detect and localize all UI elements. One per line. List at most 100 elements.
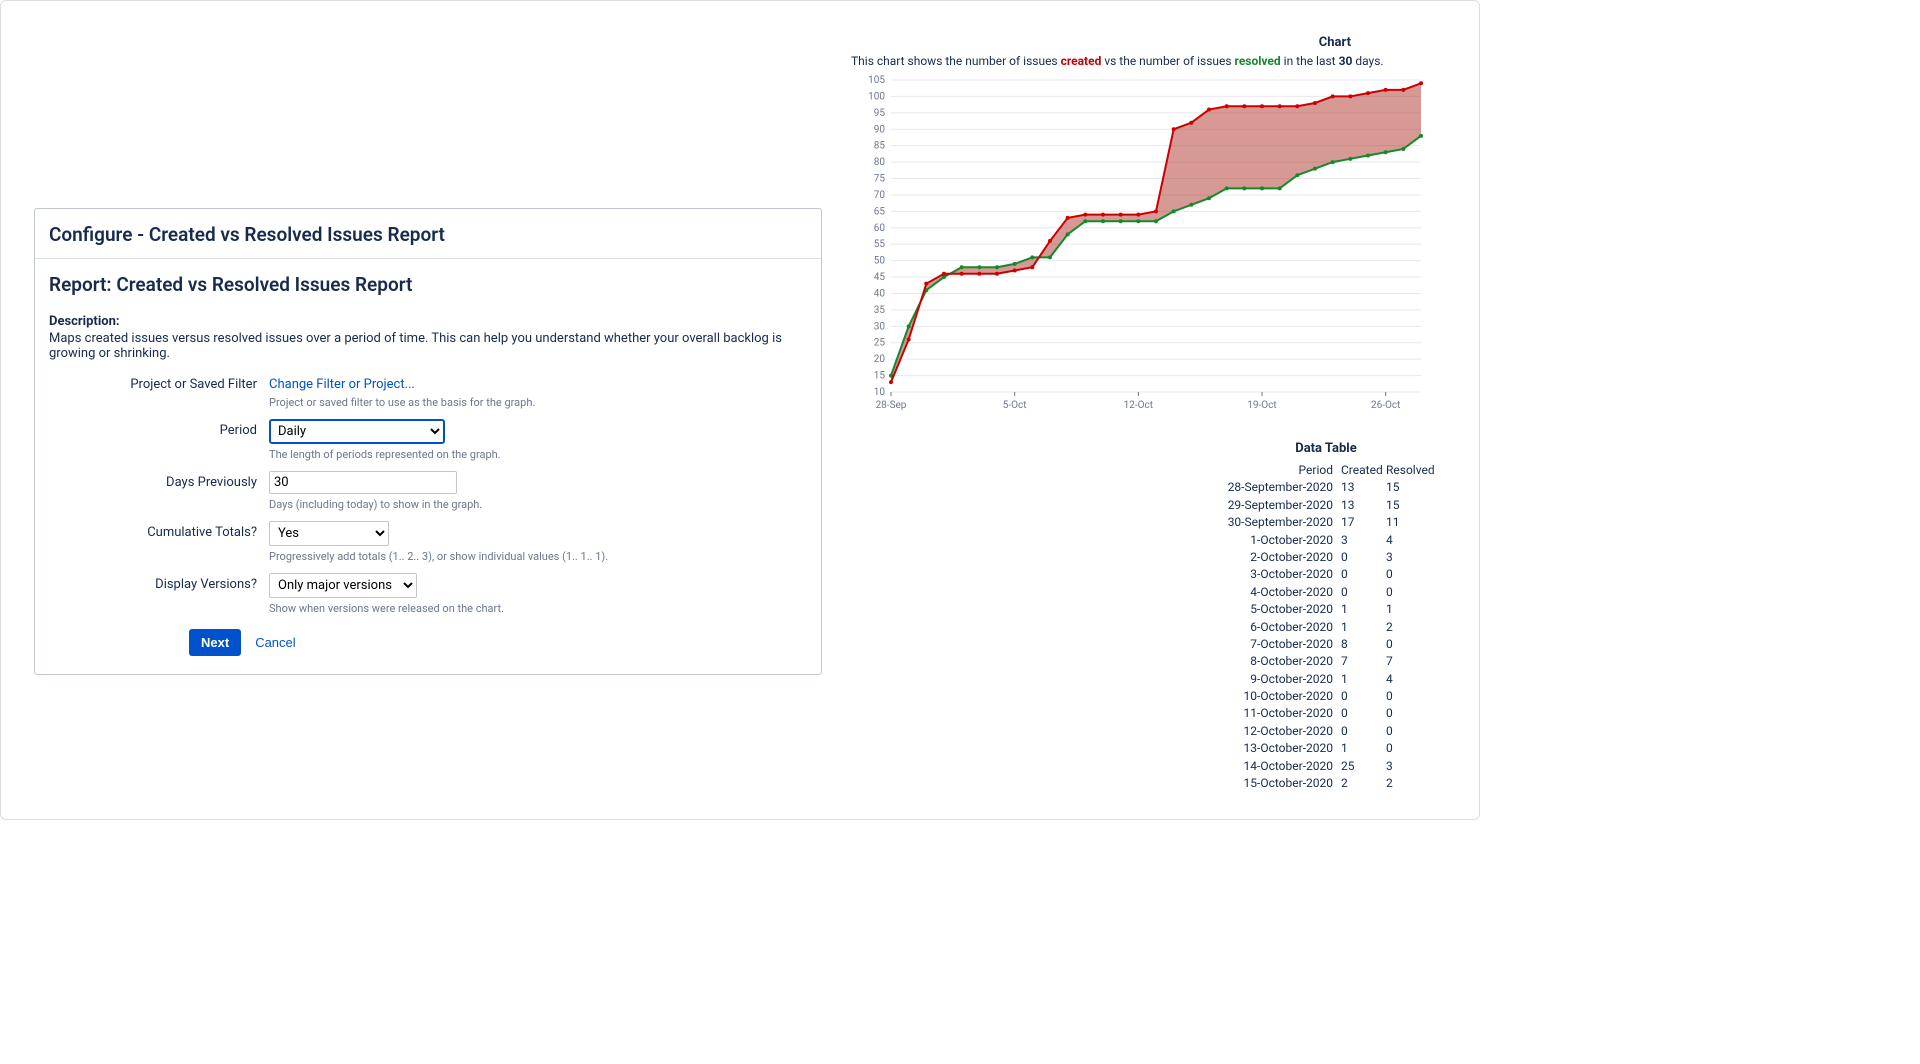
cell-period: 2-October-2020 — [1211, 549, 1341, 566]
cell-resolved: 3 — [1386, 549, 1431, 566]
chart-desc-post1: in the last — [1281, 54, 1339, 68]
cell-period: 1-October-2020 — [1211, 532, 1341, 549]
data-table-rows: 28-September-2020131529-September-202013… — [1211, 479, 1441, 792]
cancel-button[interactable]: Cancel — [255, 635, 295, 650]
next-button[interactable]: Next — [189, 629, 241, 656]
days-input[interactable] — [269, 471, 457, 494]
cell-period: 4-October-2020 — [1211, 584, 1341, 601]
data-table-header: Period Created Resolved — [1211, 462, 1441, 479]
table-row: 12-October-202000 — [1211, 723, 1441, 740]
cell-resolved: 2 — [1386, 619, 1431, 636]
svg-text:105: 105 — [868, 75, 885, 86]
cell-created: 1 — [1341, 671, 1386, 688]
svg-text:19-Oct: 19-Oct — [1247, 400, 1276, 411]
cell-period: 14-October-2020 — [1211, 758, 1341, 775]
cell-created: 7 — [1341, 653, 1386, 670]
svg-text:95: 95 — [874, 108, 886, 119]
chart-description: This chart shows the number of issues cr… — [851, 54, 1451, 68]
cell-created: 25 — [1341, 758, 1386, 775]
cell-resolved: 4 — [1386, 532, 1431, 549]
table-row: 5-October-202011 — [1211, 601, 1441, 618]
table-row: 4-October-202000 — [1211, 584, 1441, 601]
configure-body: Report: Created vs Resolved Issues Repor… — [35, 259, 821, 674]
cell-created: 17 — [1341, 514, 1386, 531]
table-row: 7-October-202080 — [1211, 636, 1441, 653]
svg-text:12-Oct: 12-Oct — [1124, 400, 1153, 411]
form-actions: Next Cancel — [189, 629, 807, 656]
cell-period: 13-October-2020 — [1211, 740, 1341, 757]
chart-desc-mid: vs the number of issues — [1101, 54, 1234, 68]
field-project-label: Project or Saved Filter — [49, 373, 269, 394]
cell-resolved: 0 — [1386, 740, 1431, 757]
description-text: Maps created issues versus resolved issu… — [49, 331, 807, 361]
svg-text:20: 20 — [874, 354, 886, 365]
chart-desc-pre: This chart shows the number of issues — [851, 54, 1061, 68]
period-select[interactable]: Daily — [269, 419, 445, 444]
cumulative-select[interactable]: Yes — [269, 521, 389, 546]
cell-period: 5-October-2020 — [1211, 601, 1341, 618]
svg-text:30: 30 — [874, 321, 886, 332]
cell-period: 30-September-2020 — [1211, 514, 1341, 531]
table-row: 10-October-202000 — [1211, 688, 1441, 705]
versions-select[interactable]: Only major versions — [269, 573, 417, 598]
chart-svg-container: 1051009590858075706560555045403530252015… — [851, 74, 1431, 414]
cell-created: 0 — [1341, 584, 1386, 601]
cell-resolved: 0 — [1386, 688, 1431, 705]
field-days-label: Days Previously — [49, 471, 269, 492]
description-label: Description: — [49, 314, 807, 329]
cell-period: 29-September-2020 — [1211, 497, 1341, 514]
cell-created: 0 — [1341, 723, 1386, 740]
table-row: 28-September-20201315 — [1211, 479, 1441, 496]
cell-period: 8-October-2020 — [1211, 653, 1341, 670]
chart-area: Chart This chart shows the number of iss… — [851, 35, 1451, 414]
field-versions-hint: Show when versions were released on the … — [269, 602, 807, 615]
table-row: 3-October-202000 — [1211, 566, 1441, 583]
table-row: 29-September-20201315 — [1211, 497, 1441, 514]
cell-created: 1 — [1341, 601, 1386, 618]
cell-created: 8 — [1341, 636, 1386, 653]
report-heading: Report: Created vs Resolved Issues Repor… — [49, 273, 807, 296]
svg-text:65: 65 — [874, 206, 886, 217]
svg-text:80: 80 — [874, 157, 886, 168]
cell-created: 1 — [1341, 740, 1386, 757]
svg-text:15: 15 — [874, 371, 886, 382]
field-versions: Display Versions? Only major versions Sh… — [49, 573, 807, 615]
cell-resolved: 7 — [1386, 653, 1431, 670]
svg-text:5-Oct: 5-Oct — [1003, 400, 1027, 411]
cell-created: 1 — [1341, 619, 1386, 636]
cell-resolved: 0 — [1386, 723, 1431, 740]
cell-created: 0 — [1341, 566, 1386, 583]
field-days-hint: Days (including today) to show in the gr… — [269, 498, 807, 511]
chart-desc-created: created — [1061, 54, 1102, 68]
cell-resolved: 3 — [1386, 758, 1431, 775]
field-project-hint: Project or saved filter to use as the ba… — [269, 396, 807, 409]
cell-created: 2 — [1341, 775, 1386, 792]
cell-resolved: 11 — [1386, 514, 1431, 531]
cell-created: 13 — [1341, 479, 1386, 496]
table-row: 14-October-2020253 — [1211, 758, 1441, 775]
field-days: Days Previously Days (including today) t… — [49, 471, 807, 511]
table-row: 13-October-202010 — [1211, 740, 1441, 757]
field-cumulative: Cumulative Totals? Yes Progressively add… — [49, 521, 807, 563]
field-cumulative-hint: Progressively add totals (1.. 2.. 3), or… — [269, 550, 807, 563]
svg-text:85: 85 — [874, 141, 886, 152]
svg-text:45: 45 — [874, 272, 886, 283]
header-resolved: Resolved — [1386, 462, 1431, 479]
field-versions-label: Display Versions? — [49, 573, 269, 594]
cell-resolved: 2 — [1386, 775, 1431, 792]
field-period-hint: The length of periods represented on the… — [269, 448, 807, 461]
svg-text:25: 25 — [874, 338, 886, 349]
cell-period: 10-October-2020 — [1211, 688, 1341, 705]
chart-desc-resolved: resolved — [1235, 54, 1281, 68]
table-row: 8-October-202077 — [1211, 653, 1441, 670]
svg-text:60: 60 — [874, 223, 886, 234]
table-row: 11-October-202000 — [1211, 705, 1441, 722]
cell-period: 6-October-2020 — [1211, 619, 1341, 636]
change-filter-link[interactable]: Change Filter or Project... — [269, 373, 415, 392]
table-row: 15-October-202022 — [1211, 775, 1441, 792]
cell-created: 0 — [1341, 549, 1386, 566]
cell-resolved: 4 — [1386, 671, 1431, 688]
cell-resolved: 15 — [1386, 497, 1431, 514]
cell-period: 28-September-2020 — [1211, 479, 1341, 496]
chart-desc-days: 30 — [1339, 54, 1353, 68]
